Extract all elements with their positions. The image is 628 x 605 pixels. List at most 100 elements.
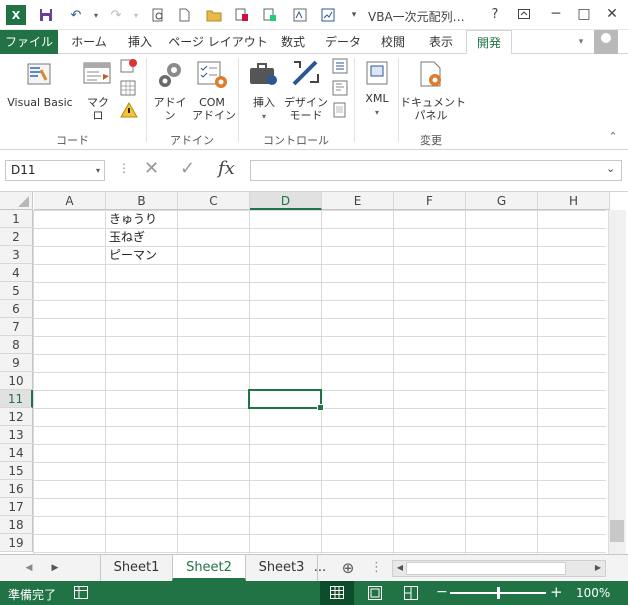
row-header-18[interactable]: 18 — [0, 516, 33, 534]
help-button[interactable]: ? — [484, 4, 506, 24]
column-header-e[interactable]: E — [322, 192, 394, 210]
horizontal-scrollbar-thumb[interactable] — [406, 562, 566, 575]
insert-control-label[interactable]: 挿入 — [244, 96, 284, 109]
row-header-16[interactable]: 16 — [0, 480, 33, 498]
select-all-corner[interactable] — [0, 192, 33, 210]
add-ins-label[interactable]: アドイン — [150, 96, 190, 122]
row-header-5[interactable]: 5 — [0, 282, 33, 300]
tab-split-handle-icon[interactable]: ⋮ — [370, 555, 383, 581]
cell-b2[interactable]: 玉ねぎ — [106, 228, 145, 246]
sheet-scroll-left-icon[interactable]: ◀ — [22, 555, 36, 581]
insert-function-button[interactable]: fx — [218, 158, 235, 179]
macro-icon[interactable] — [82, 60, 114, 91]
column-header-b[interactable]: B — [106, 192, 178, 210]
row-header-14[interactable]: 14 — [0, 444, 33, 462]
tab-formulas[interactable]: 数式 — [270, 30, 316, 54]
formula-input[interactable] — [250, 160, 622, 181]
add-ins-icon[interactable] — [156, 60, 186, 93]
normal-view-button[interactable] — [320, 581, 354, 605]
design-mode-label[interactable]: デザイン モード — [284, 96, 328, 122]
spell-check-icon[interactable] — [290, 5, 310, 25]
new-sheet-icon[interactable]: ⊕ — [338, 555, 358, 581]
relative-reference-icon[interactable] — [120, 80, 138, 99]
tab-insert[interactable]: 挿入 — [116, 30, 164, 54]
page-break-view-icon[interactable] — [404, 586, 418, 603]
insert-dropdown-icon[interactable]: ▾ — [244, 110, 284, 123]
print-icon[interactable] — [260, 5, 280, 25]
zoom-slider-thumb[interactable] — [497, 587, 500, 599]
save-icon[interactable] — [36, 5, 56, 25]
redo-icon[interactable]: ↷ — [106, 5, 126, 25]
row-header-17[interactable]: 17 — [0, 498, 33, 516]
tab-developer[interactable]: 開発 — [466, 30, 512, 55]
xml-dropdown-icon[interactable]: ▾ — [358, 106, 396, 119]
cancel-icon[interactable]: ✕ — [144, 158, 159, 179]
collapse-ribbon-icon[interactable]: ⌃ — [606, 130, 620, 143]
tab-data[interactable]: データ — [320, 30, 366, 54]
name-box[interactable]: D11 ▾ — [5, 160, 105, 181]
row-header-15[interactable]: 15 — [0, 462, 33, 480]
visual-basic-label[interactable]: Visual Basic — [4, 96, 76, 109]
zoom-out-button[interactable]: − — [436, 584, 448, 600]
row-header-7[interactable]: 7 — [0, 318, 33, 336]
row-header-3[interactable]: 3 — [0, 246, 33, 264]
row-header-12[interactable]: 12 — [0, 408, 33, 426]
new-document-icon[interactable] — [174, 5, 194, 25]
maximize-button[interactable]: □ — [573, 4, 595, 24]
sheet-scroll-right-icon[interactable]: ▶ — [48, 555, 62, 581]
sheet-tab-sheet3[interactable]: Sheet3 — [246, 555, 318, 581]
page-layout-view-icon[interactable] — [368, 586, 382, 603]
column-header-g[interactable]: G — [466, 192, 538, 210]
name-box-dropdown-icon[interactable]: ▾ — [96, 161, 100, 180]
worksheet-grid[interactable]: ABCDEFGH 1 2 3 4 5 6 7 8 9 10 11 12 13 14 15 16 17 18 19 き… — [0, 192, 628, 554]
chart-icon[interactable] — [318, 5, 338, 25]
open-folder-icon[interactable] — [204, 5, 224, 25]
hscroll-left-icon[interactable]: ◀ — [394, 555, 406, 581]
cell-b3[interactable]: ピーマン — [106, 246, 157, 264]
com-add-ins-icon[interactable] — [196, 60, 228, 93]
run-dialog-icon[interactable] — [332, 102, 348, 121]
tab-review[interactable]: 校閲 — [370, 30, 416, 54]
ribbon-display-options-icon[interactable] — [513, 4, 535, 24]
zoom-level[interactable]: 100% — [576, 586, 610, 600]
zoom-in-button[interactable]: + — [550, 583, 563, 601]
design-mode-icon[interactable] — [290, 58, 322, 91]
minimize-button[interactable]: ─ — [545, 4, 567, 24]
document-panel-icon[interactable] — [418, 60, 446, 93]
undo-dropdown-icon[interactable]: ▾ — [86, 5, 106, 25]
row-header-9[interactable]: 9 — [0, 354, 33, 372]
xml-label[interactable]: XML — [358, 92, 396, 105]
more-sheets-button[interactable]: ... — [312, 555, 328, 581]
row-header-19[interactable]: 19 — [0, 534, 33, 552]
selected-cell[interactable] — [248, 389, 324, 411]
visual-basic-icon[interactable] — [24, 60, 54, 91]
document-panel-label[interactable]: ドキュメント パネル — [400, 96, 466, 122]
row-header-1[interactable]: 1 — [0, 210, 33, 228]
row-header-2[interactable]: 2 — [0, 228, 33, 246]
tab-home[interactable]: ホーム — [64, 30, 114, 54]
view-code-icon[interactable] — [332, 80, 348, 99]
column-header-a[interactable]: A — [34, 192, 106, 210]
avatar[interactable] — [594, 30, 618, 54]
record-macro-icon[interactable] — [120, 58, 138, 77]
tab-file[interactable]: ファイル — [0, 30, 58, 54]
hscroll-right-icon[interactable]: ▶ — [592, 555, 604, 581]
column-header-c[interactable]: C — [178, 192, 250, 210]
redo-dropdown-icon[interactable]: ▾ — [126, 5, 146, 25]
sheet-tab-sheet1[interactable]: Sheet1 — [100, 555, 172, 581]
sheet-tab-sheet2[interactable]: Sheet2 — [172, 555, 246, 581]
macro-security-icon[interactable] — [120, 101, 138, 121]
undo-icon[interactable]: ↶ — [66, 5, 86, 25]
com-add-ins-label[interactable]: COM アドイン — [192, 96, 236, 122]
macro-recording-icon[interactable] — [74, 586, 88, 602]
properties-icon[interactable] — [332, 58, 348, 77]
row-header-6[interactable]: 6 — [0, 300, 33, 318]
macro-label[interactable]: マクロ — [82, 96, 114, 122]
enter-icon[interactable]: ✓ — [180, 158, 195, 179]
insert-control-icon[interactable] — [248, 60, 280, 93]
tab-page-layout[interactable]: ページ レイアウト — [168, 30, 268, 54]
excel-logo-icon[interactable]: X — [6, 5, 26, 25]
tab-view[interactable]: 表示 — [418, 30, 464, 54]
formula-bar-resize-icon[interactable]: ⋮ — [118, 161, 130, 181]
expand-formula-bar-icon[interactable]: ⌄ — [606, 162, 615, 175]
